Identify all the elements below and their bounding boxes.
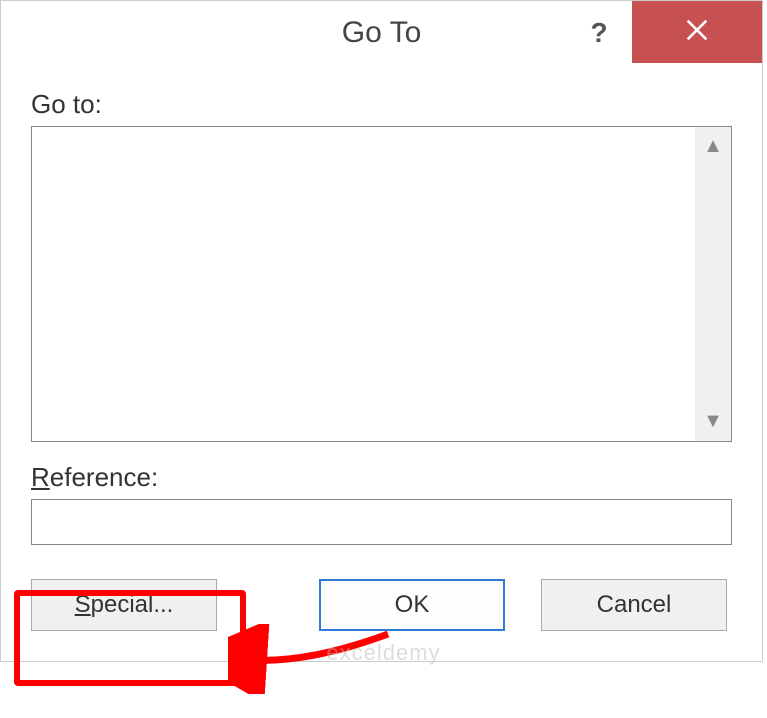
cancel-label: Cancel [597, 591, 672, 619]
listbox-scrollbar[interactable]: ▲ ▼ [695, 127, 731, 441]
goto-label: Go to: [31, 89, 732, 120]
reference-label: Reference: [31, 462, 732, 493]
button-row: Special... OK Cancel [31, 579, 732, 631]
ok-label: OK [395, 591, 430, 619]
goto-label-text: Go to: [31, 89, 102, 119]
reference-label-rest: eference: [50, 462, 158, 492]
dialog-title: Go To [342, 16, 422, 50]
help-button[interactable]: ? [566, 3, 632, 63]
reference-section: Reference: [31, 462, 732, 545]
special-button[interactable]: Special... [31, 579, 217, 631]
scroll-up-icon[interactable]: ▲ [703, 135, 723, 158]
reference-hotkey: R [31, 462, 50, 492]
special-label-rest: pecial... [91, 591, 174, 618]
cancel-button[interactable]: Cancel [541, 579, 727, 631]
ok-button[interactable]: OK [319, 579, 505, 631]
close-button[interactable] [632, 1, 762, 63]
scroll-down-icon[interactable]: ▼ [703, 410, 723, 433]
goto-dialog: Go To ? Go to: ▲ ▼ Reference [0, 0, 763, 662]
titlebar: Go To ? [1, 1, 762, 65]
dialog-content: Go to: ▲ ▼ Reference: Special... OK Canc… [1, 65, 762, 661]
help-icon: ? [590, 17, 607, 49]
goto-listbox-container: ▲ ▼ [31, 126, 732, 442]
goto-listbox[interactable] [32, 127, 695, 441]
close-icon [683, 16, 711, 49]
special-hotkey: S [75, 591, 91, 618]
reference-input[interactable] [31, 499, 732, 545]
